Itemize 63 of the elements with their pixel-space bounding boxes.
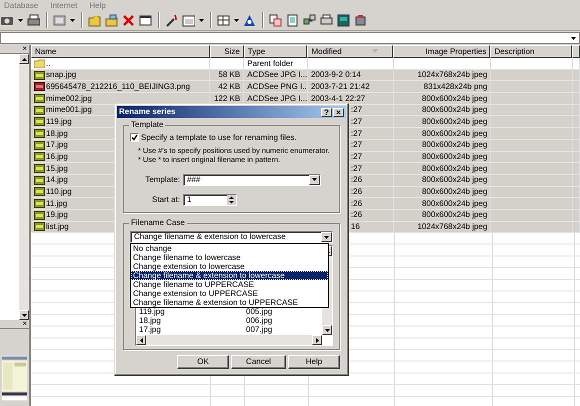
image-properties: 800x600x24b jpeg xyxy=(422,164,488,174)
group-label: Template xyxy=(129,120,166,130)
file-name: 15.jpg xyxy=(46,164,68,174)
original-name: 18.jpg xyxy=(139,316,162,325)
image-properties: 1024x768x24b jpeg xyxy=(417,222,488,232)
file-name: 18.jpg xyxy=(46,128,68,138)
image-properties: 800x600x24b jpeg xyxy=(422,175,488,186)
modified-date: 16 xyxy=(350,222,360,232)
image-properties: 800x600x24b jpeg xyxy=(422,140,488,150)
modified-date: 2003-4-1 22:27 xyxy=(310,94,366,104)
original-name: 119.jpg xyxy=(139,307,166,316)
file-name: snap.jpg xyxy=(46,70,76,80)
modified-date: :26 xyxy=(350,175,362,186)
image-properties: 800x600x24b jpeg xyxy=(422,116,488,127)
image-properties: 800x600x24b jpeg xyxy=(422,105,488,115)
image-properties: 800x600x24b jpeg xyxy=(422,187,488,197)
field-label: Template: xyxy=(144,174,180,184)
file-type: Parent folder xyxy=(247,58,294,68)
file-type: ACDSee JPG I... xyxy=(247,94,307,104)
image-properties: 800x600x24b jpeg xyxy=(422,152,488,162)
file-size: 122 KB xyxy=(214,94,240,104)
modified-date: :27 xyxy=(350,140,362,150)
modified-date: :27 xyxy=(350,105,362,115)
modified-date: :27 xyxy=(350,128,362,138)
file-name: 16.jpg xyxy=(46,152,68,162)
modified-date: :27 xyxy=(350,116,362,127)
file-name: list.jpg xyxy=(46,222,69,232)
image-properties: 831x428x24b png xyxy=(424,82,488,92)
image-properties: 800x600x24b jpeg xyxy=(422,210,488,220)
image-properties: 800x600x24b jpeg xyxy=(422,94,488,104)
image-properties: 800x600x24b jpeg xyxy=(422,198,488,208)
modified-date: 2003-9-2 0:14 xyxy=(310,70,361,80)
file-name: 11.jpg xyxy=(46,198,68,208)
modified-date: :26 xyxy=(350,198,362,208)
modified-date: :27 xyxy=(350,152,362,162)
file-type: ACDSee JPG I... xyxy=(247,70,307,80)
file-name: mime001.jpg xyxy=(46,105,92,115)
image-properties: 1024x768x24b jpeg xyxy=(417,70,488,80)
checkbox-label: Specify a template to use for renaming files. xyxy=(141,133,297,143)
modified-date: 2003-7-21 21:42 xyxy=(310,82,370,92)
file-type: ACDSee PNG I... xyxy=(247,82,307,92)
new-name: 006.jpg xyxy=(246,316,272,325)
file-name: 695645478_212216_110_BEIJING3.png xyxy=(46,82,190,92)
file-name: 110.jpg xyxy=(46,187,72,197)
file-size: 42 KB xyxy=(218,82,240,92)
dialog-title: Rename series xyxy=(119,107,176,117)
file-name: .. xyxy=(46,58,50,68)
dropdown-value: Change filename & extension to lowercase xyxy=(134,232,286,242)
file-name: 17.jpg xyxy=(46,140,68,150)
file-size: 58 KB xyxy=(218,70,240,80)
original-name: 17.jpg xyxy=(139,325,162,334)
template-value: ### xyxy=(187,174,200,184)
file-name: 119.jpg xyxy=(46,116,72,127)
file-name: mime002.jpg xyxy=(46,94,92,104)
new-name: 005.jpg xyxy=(246,307,272,316)
modified-date: :26 xyxy=(350,210,362,220)
modified-date: :27 xyxy=(350,164,362,174)
file-name: 19.jpg xyxy=(46,210,68,220)
new-name: 007.jpg xyxy=(246,325,272,334)
group-label: Filename Case xyxy=(129,218,187,228)
image-properties: 800x600x24b jpeg xyxy=(422,128,488,138)
modified-date: :26 xyxy=(350,187,362,197)
file-name: 14.jpg xyxy=(46,175,68,186)
